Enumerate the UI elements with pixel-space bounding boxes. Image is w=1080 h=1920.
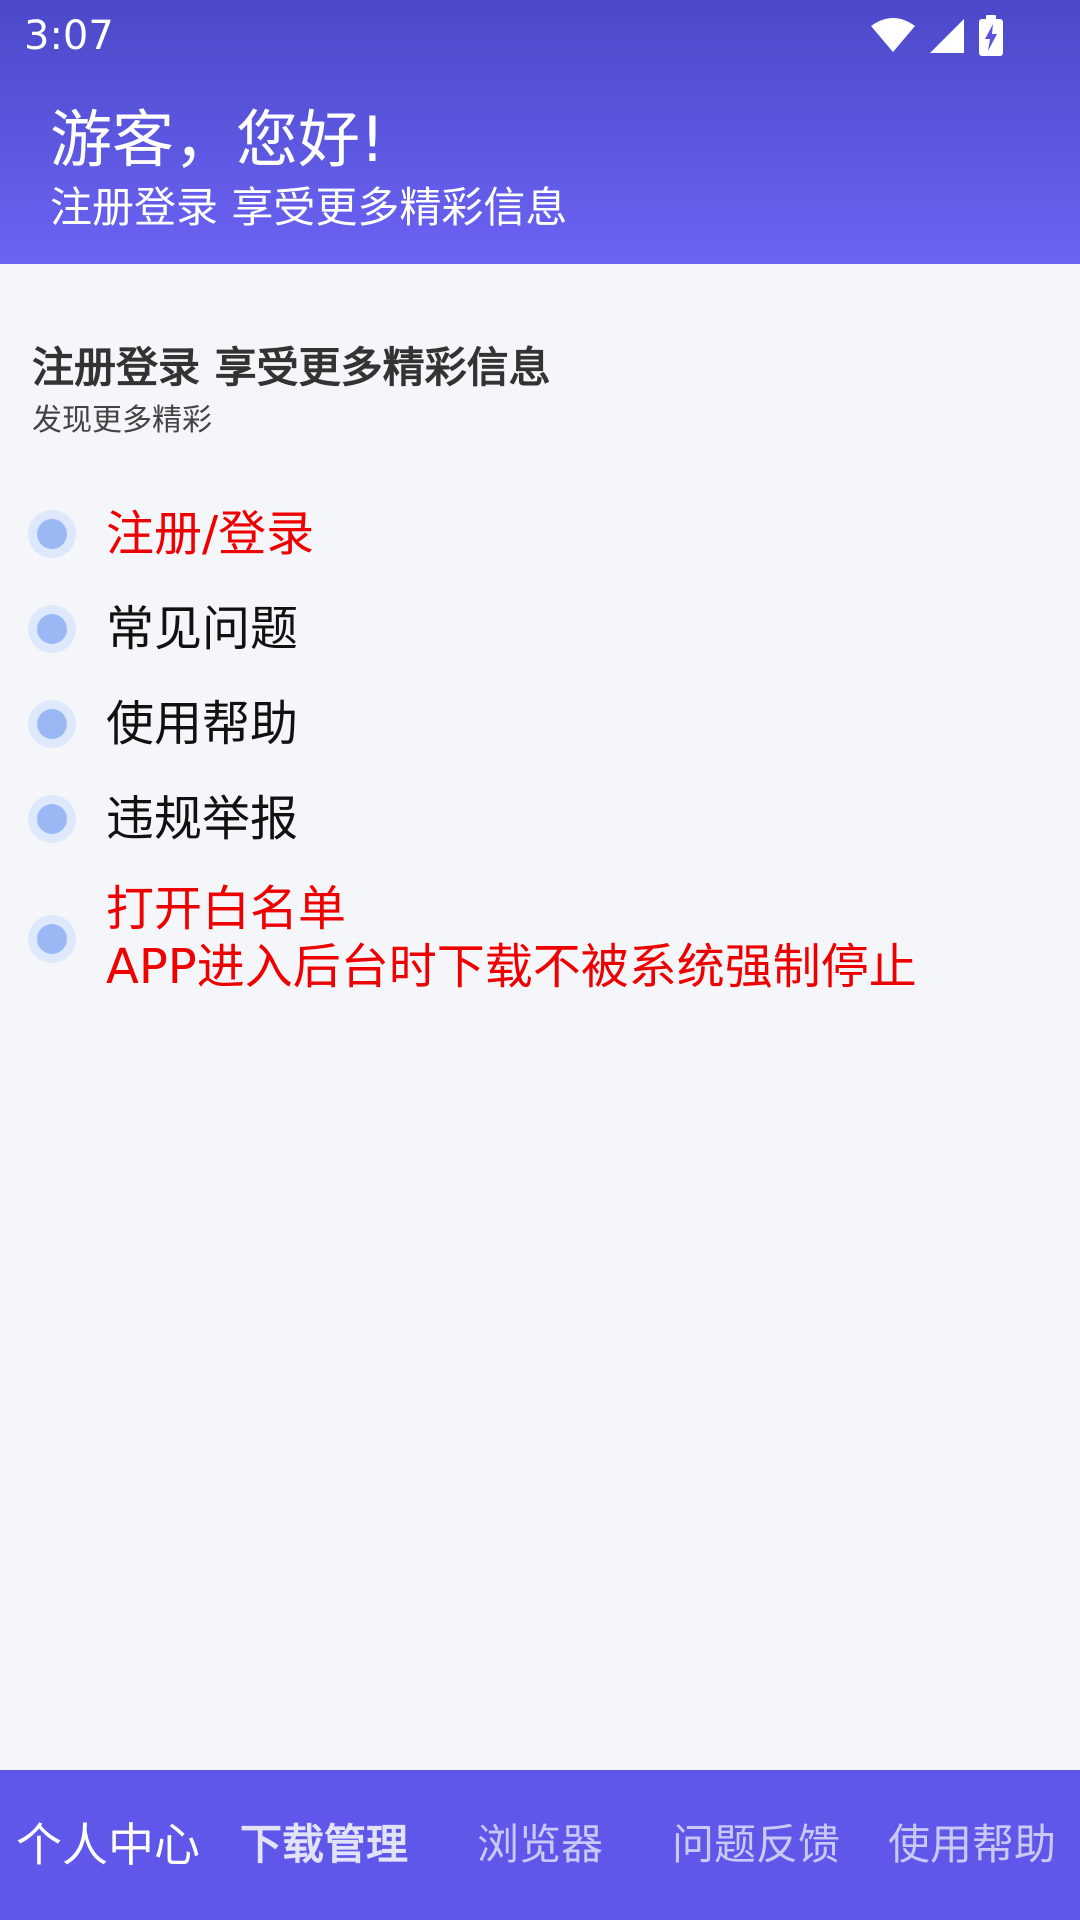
status-icons [870, 14, 1004, 58]
greeting-title: 游客，您好! [50, 103, 385, 176]
section-subtitle: 发现更多精彩 [32, 403, 212, 438]
header: 3:07 游客，您好! 注册登录 享受更多精彩信息 [0, 0, 1080, 264]
menu-item-label: 打开白名单 [106, 881, 347, 937]
status-time: 3:07 [24, 13, 114, 59]
radio-bullet-icon [28, 795, 76, 843]
wifi-icon [870, 18, 916, 54]
nav-tab-browser[interactable]: 浏览器 [432, 1819, 648, 1871]
section-title: 注册登录 享受更多精彩信息 [32, 343, 551, 392]
menu-item-description: APP进入后台时下载不被系统强制停止 [106, 939, 917, 995]
menu-item-label: 使用帮助 [106, 696, 299, 752]
menu-item-label: 注册/登录 [106, 506, 315, 562]
menu-item-whitelist[interactable]: 打开白名单 APP进入后台时下载不被系统强制停止 [0, 874, 1080, 1004]
menu-item-label: 常见问题 [106, 601, 299, 657]
nav-tab-feedback[interactable]: 问题反馈 [648, 1819, 864, 1871]
menu-item-register-login[interactable]: 注册/登录 [0, 494, 1080, 574]
menu-item-report[interactable]: 违规举报 [0, 779, 1080, 859]
menu-item-faq[interactable]: 常见问题 [0, 589, 1080, 669]
nav-tab-help[interactable]: 使用帮助 [864, 1819, 1080, 1871]
status-bar: 3:07 [0, 0, 1080, 72]
radio-bullet-icon [28, 605, 76, 653]
nav-tab-personal-center[interactable]: 个人中心 [0, 1819, 216, 1871]
signal-icon [928, 17, 966, 55]
radio-bullet-icon [28, 510, 76, 558]
radio-bullet-icon [28, 915, 76, 963]
menu-item-label: 违规举报 [106, 791, 299, 847]
battery-charging-icon [978, 15, 1004, 57]
bottom-nav: 个人中心 下载管理 浏览器 问题反馈 使用帮助 [0, 1770, 1080, 1920]
radio-bullet-icon [28, 700, 76, 748]
greeting-subtitle[interactable]: 注册登录 享受更多精彩信息 [50, 182, 567, 234]
menu-item-help[interactable]: 使用帮助 [0, 684, 1080, 764]
nav-tab-download-manager[interactable]: 下载管理 [216, 1819, 432, 1871]
